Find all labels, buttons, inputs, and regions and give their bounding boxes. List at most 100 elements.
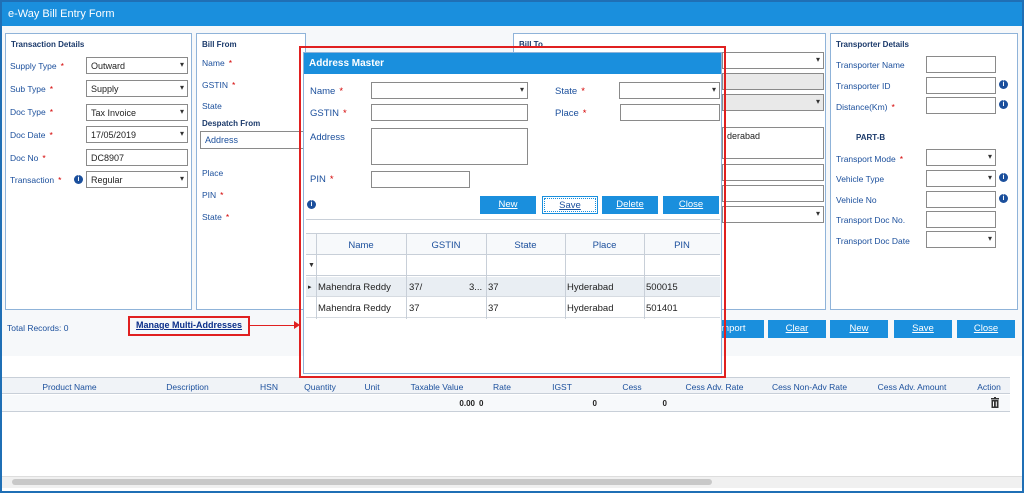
- col-quantity: Quantity: [304, 382, 336, 392]
- manage-multi-addresses-link[interactable]: Manage Multi-Addresses: [136, 320, 242, 330]
- am-row-gstin: 37/: [409, 282, 423, 293]
- bill-to-gstin-input: [722, 73, 824, 90]
- am-gstin-input[interactable]: [371, 104, 528, 121]
- am-gstin-label: GSTIN *: [310, 108, 347, 119]
- doc-type-label: Doc Type *: [10, 107, 54, 117]
- am-row-name: Mahendra Reddy: [318, 282, 391, 293]
- am-info-icon[interactable]: i: [307, 200, 316, 209]
- scrollbar-thumb[interactable]: [12, 479, 712, 485]
- vehicle-no-label: Vehicle No: [836, 195, 877, 205]
- close-button[interactable]: Close: [957, 320, 1015, 338]
- transporter-name-label: Transporter Name: [836, 60, 905, 70]
- distance-input[interactable]: [926, 97, 996, 114]
- transporter-name-input[interactable]: [926, 56, 996, 73]
- despatch-state-label: State *: [202, 212, 230, 222]
- vehicle-no-info-icon[interactable]: i: [999, 194, 1008, 203]
- am-save-button[interactable]: Save: [542, 196, 598, 214]
- rate-cell: 0: [479, 399, 484, 408]
- doc-no-label: Doc No *: [10, 153, 46, 163]
- am-place-input[interactable]: [620, 104, 720, 121]
- am-new-button[interactable]: New: [480, 196, 536, 214]
- bill-to-pin-input[interactable]: [722, 185, 824, 202]
- col-description: Description: [166, 382, 209, 392]
- window-title: e-Way Bill Entry Form: [2, 2, 1022, 26]
- bill-to-address-input[interactable]: derabad: [722, 127, 824, 159]
- col-igst: IGST: [552, 382, 572, 392]
- items-grid-header: Product Name Description HSN Quantity Un…: [2, 377, 1010, 394]
- transaction-info-icon[interactable]: i: [74, 175, 83, 184]
- cess-cell: 0: [662, 399, 667, 408]
- transaction-details-panel: Transaction Details Supply Type * Outward…: [5, 33, 192, 310]
- transaction-select[interactable]: Regular: [86, 171, 188, 188]
- am-row-pin: 500015: [646, 282, 678, 293]
- save-button[interactable]: Save: [894, 320, 952, 338]
- sub-type-label: Sub Type *: [10, 84, 54, 94]
- distance-info-icon[interactable]: i: [999, 100, 1008, 109]
- horizontal-scrollbar[interactable]: [2, 476, 1022, 488]
- am-address-input[interactable]: [371, 128, 528, 165]
- vehicle-no-input[interactable]: [926, 191, 996, 208]
- address-table-header: Name GSTIN State Place PIN: [306, 233, 720, 255]
- am-row-gstin-tail: 3...: [469, 282, 483, 293]
- am-col-gstin: GSTIN: [431, 240, 461, 251]
- despatch-pin-label: PIN *: [202, 190, 224, 200]
- transport-doc-no-input[interactable]: [926, 211, 996, 228]
- distance-label: Distance(Km) *: [836, 102, 895, 112]
- am-col-name: Name: [348, 240, 374, 251]
- transporter-id-info-icon[interactable]: i: [999, 80, 1008, 89]
- am-state-label: State *: [555, 86, 585, 97]
- bill-to-state2-select[interactable]: [722, 206, 824, 223]
- transporter-details-panel: Transporter Details Transporter Name Tra…: [830, 33, 1018, 310]
- delete-row-icon[interactable]: [989, 397, 1001, 409]
- doc-no-input[interactable]: DC8907: [86, 149, 188, 166]
- am-pin-input[interactable]: [371, 171, 470, 188]
- transport-mode-select[interactable]: [926, 149, 996, 166]
- taxable-value-cell: 0.00: [459, 399, 475, 408]
- am-col-place: Place: [592, 240, 617, 251]
- am-col-divider: [486, 233, 487, 319]
- supply-type-select[interactable]: Outward: [86, 57, 188, 74]
- am-delete-button[interactable]: Delete: [602, 196, 658, 214]
- despatch-from-title: Despatch From: [202, 119, 261, 128]
- bill-to-name-select[interactable]: [722, 52, 824, 69]
- despatch-address-input[interactable]: Address: [200, 131, 304, 149]
- items-grid-row[interactable]: 0.00 0 0 0: [2, 395, 1010, 412]
- bill-from-title: Bill From: [202, 40, 237, 49]
- vehicle-type-select[interactable]: [926, 170, 996, 187]
- sub-type-select[interactable]: Supply: [86, 80, 188, 97]
- am-state-select[interactable]: [619, 82, 720, 99]
- am-row-state: 37: [488, 303, 499, 314]
- am-row-gstin: 37: [409, 303, 420, 314]
- clear-button[interactable]: Clear: [768, 320, 826, 338]
- am-name-select[interactable]: [371, 82, 528, 99]
- transport-mode-label: Transport Mode *: [836, 154, 903, 164]
- am-col-divider: [316, 233, 317, 319]
- address-table-filter-row[interactable]: ▼: [306, 256, 720, 276]
- new-button[interactable]: New: [830, 320, 888, 338]
- am-close-button[interactable]: Close: [663, 196, 719, 214]
- transport-doc-date-picker[interactable]: [926, 231, 996, 248]
- address-table-row[interactable]: Mahendra Reddy 37 37 Hyderabad 501401: [306, 298, 720, 318]
- transporter-details-title: Transporter Details: [836, 40, 909, 49]
- bill-from-name-label: Name *: [202, 58, 232, 68]
- doc-type-select[interactable]: Tax Invoice: [86, 104, 188, 121]
- bill-to-place-input[interactable]: [722, 164, 824, 181]
- col-cess: Cess: [622, 382, 642, 392]
- igst-cell: 0: [592, 399, 597, 408]
- items-grid: Product Name Description HSN Quantity Un…: [2, 363, 1022, 473]
- am-place-label: Place *: [555, 108, 587, 119]
- vehicle-type-label: Vehicle Type: [836, 174, 885, 184]
- doc-date-picker[interactable]: 17/05/2019: [86, 126, 188, 143]
- total-records: Total Records: 0: [7, 323, 69, 333]
- transporter-id-input[interactable]: [926, 77, 996, 94]
- transporter-id-label: Transporter ID: [836, 81, 891, 91]
- address-table-row[interactable]: ▸ Mahendra Reddy 37/ 3... 37 Hyderabad 5…: [306, 277, 720, 297]
- vehicle-type-info-icon[interactable]: i: [999, 173, 1008, 182]
- address-table-group-bar: [306, 219, 720, 233]
- filter-icon[interactable]: ▼: [308, 262, 315, 269]
- am-col-pin: PIN: [674, 240, 690, 251]
- am-row-place: Hyderabad: [567, 303, 614, 314]
- despatch-place-label: Place: [202, 168, 224, 178]
- address-master-title: Address Master: [304, 53, 721, 74]
- bill-from-gstin-label: GSTIN *: [202, 80, 236, 90]
